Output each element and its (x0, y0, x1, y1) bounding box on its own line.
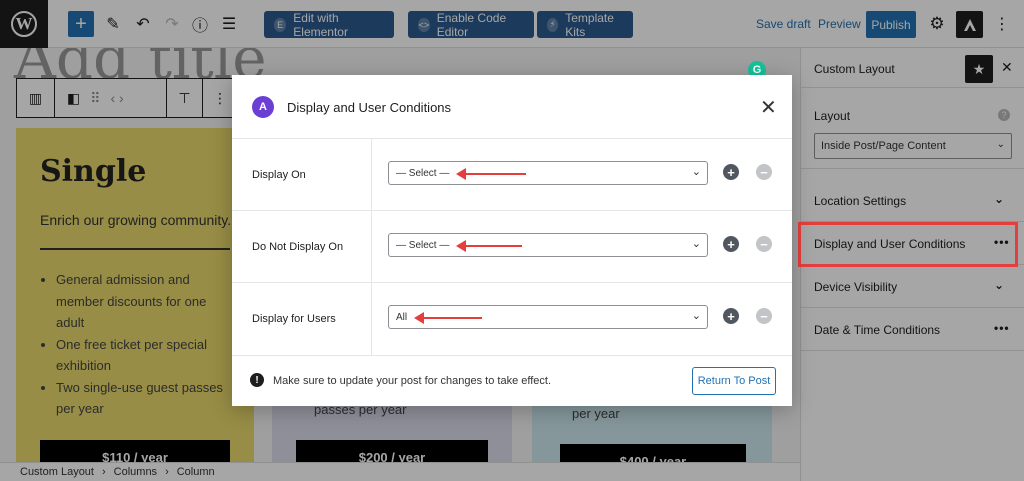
footer-note: Make sure to update your post for change… (273, 375, 552, 387)
return-to-post-button[interactable]: Return To Post (692, 367, 776, 395)
add-rule-icon[interactable]: + (723, 164, 739, 180)
row-divider (371, 283, 372, 355)
row-label: Do Not Display On (252, 241, 344, 253)
chevron-down-icon: ⌄ (691, 166, 701, 178)
chevron-down-icon: ⌄ (691, 310, 701, 322)
annotation-arrow (414, 312, 482, 324)
add-rule-icon[interactable]: + (723, 236, 739, 252)
row-label: Display for Users (252, 313, 336, 325)
select-value: — Select — (396, 167, 450, 179)
chevron-down-icon: ⌄ (691, 238, 701, 250)
close-icon[interactable]: ✕ (760, 95, 777, 120)
astra-logo-icon: A (252, 96, 274, 118)
annotation-arrow (456, 240, 522, 252)
alert-icon: ! (250, 373, 264, 387)
annotation-arrow (456, 168, 526, 180)
display-on-select[interactable]: — Select — ⌄ (388, 161, 708, 185)
display-conditions-modal: A Display and User Conditions ✕ Display … (232, 75, 792, 406)
annotation-highlight-box (798, 222, 1018, 267)
add-rule-icon[interactable]: + (723, 308, 739, 324)
modal-title: Display and User Conditions (287, 100, 452, 115)
do-not-display-on-select[interactable]: — Select — ⌄ (388, 233, 708, 257)
row-divider (371, 211, 372, 283)
remove-rule-icon[interactable]: − (756, 164, 772, 180)
do-not-display-on-row: Do Not Display On — Select — ⌄ + − (232, 211, 792, 283)
display-for-users-row: Display for Users All ⌄ + − (232, 283, 792, 355)
remove-rule-icon[interactable]: − (756, 236, 772, 252)
select-value: All (396, 311, 408, 323)
select-value: — Select — (396, 239, 450, 251)
row-divider (371, 139, 372, 211)
display-on-row: Display On — Select — ⌄ + − (232, 139, 792, 211)
remove-rule-icon[interactable]: − (756, 308, 772, 324)
modal-header: A Display and User Conditions ✕ (232, 75, 792, 139)
row-label: Display On (252, 169, 306, 181)
modal-footer: ! Make sure to update your post for chan… (232, 355, 792, 406)
